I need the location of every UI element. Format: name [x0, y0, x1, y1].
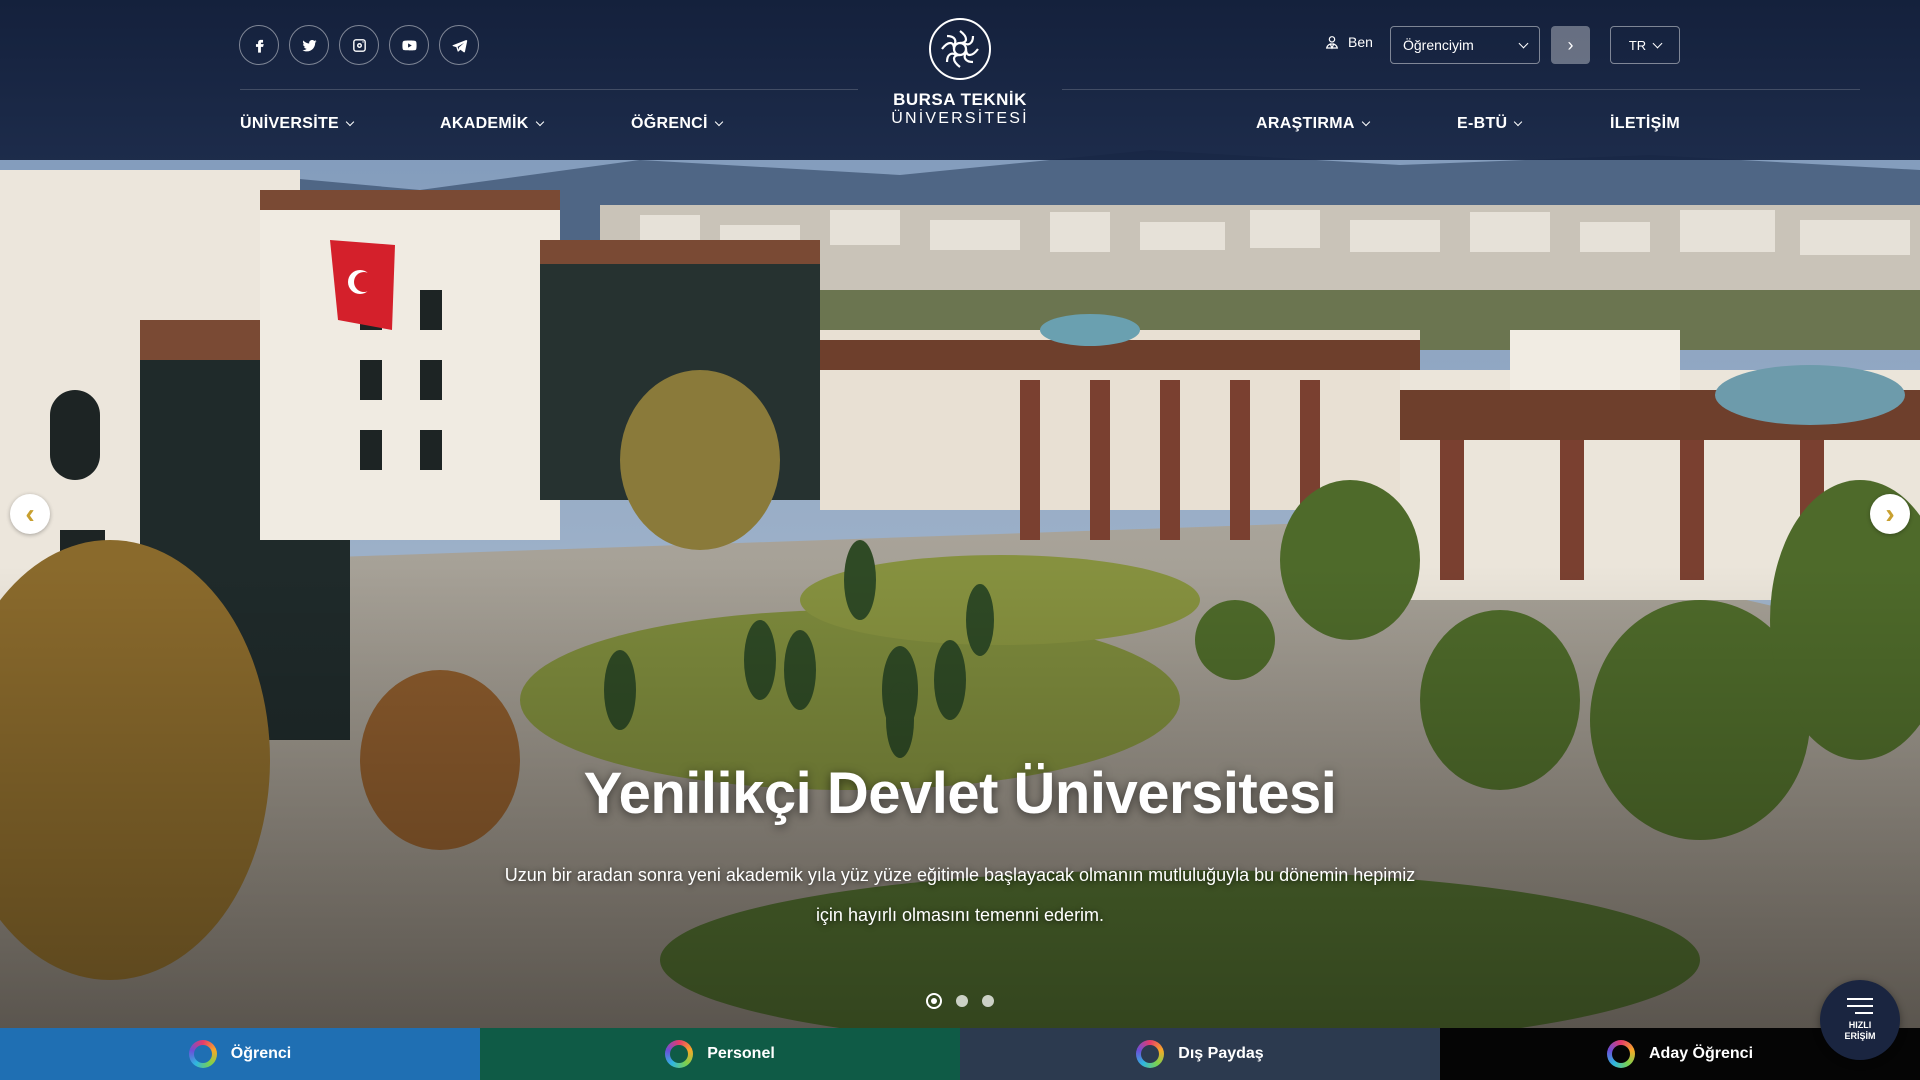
- audience-label: Dış Paydaş: [1178, 1045, 1264, 1062]
- nav-iletisim[interactable]: İLETİŞİM: [1610, 115, 1680, 133]
- chevron-down-icon: [1652, 38, 1663, 48]
- chevron-left-icon: ‹: [25, 498, 35, 529]
- youtube-icon: [401, 40, 417, 50]
- header-divider-right: [1062, 89, 1860, 90]
- instagram-icon: [352, 38, 366, 52]
- ring-icon: [1136, 1040, 1165, 1068]
- slider-next-button[interactable]: ›: [1870, 494, 1910, 534]
- twitter-icon: [301, 39, 317, 51]
- user-icon: [1325, 36, 1339, 50]
- ben-text: Ben: [1348, 34, 1373, 50]
- audience-ogrenci[interactable]: Öğrenci: [0, 1028, 480, 1080]
- ring-icon: [188, 1040, 217, 1068]
- slider-dot[interactable]: [956, 995, 968, 1007]
- logo-subtitle: ÜNİVERSİTESİ: [891, 110, 1029, 127]
- slider-dots: [926, 993, 994, 1009]
- nav-arastirma[interactable]: ARAŞTIRMA: [1256, 115, 1370, 133]
- role-go-button[interactable]: ›: [1551, 26, 1590, 64]
- nav-label: AKADEMİK: [440, 115, 529, 132]
- chevron-right-icon: ›: [1567, 34, 1574, 55]
- slider-dot[interactable]: [982, 995, 994, 1007]
- ben-label: Ben: [1324, 34, 1373, 50]
- slider-dot[interactable]: [926, 993, 942, 1009]
- telegram-icon: [452, 39, 467, 52]
- youtube-link[interactable]: [389, 25, 429, 65]
- header-divider-left: [240, 89, 858, 90]
- ring-icon: [665, 1040, 694, 1068]
- role-select[interactable]: Öğrenciyim: [1390, 26, 1540, 64]
- audience-label: Öğrenci: [230, 1045, 292, 1062]
- audience-dis-paydas[interactable]: Dış Paydaş: [960, 1028, 1440, 1080]
- language-value: TR: [1628, 37, 1647, 53]
- nav-label: ÜNİVERSİTE: [240, 115, 340, 132]
- quick-access-button[interactable]: HIZLI ERİŞİM: [1820, 980, 1900, 1060]
- facebook-icon: [255, 39, 264, 53]
- nav-label: ARAŞTIRMA: [1256, 115, 1355, 132]
- nav-universite[interactable]: ÜNİVERSİTE: [240, 115, 355, 133]
- hero-title: Yenilikçi Devlet Üniversitesi: [583, 761, 1337, 826]
- nav-ebtu[interactable]: E-BTÜ: [1457, 115, 1523, 133]
- telegram-link[interactable]: [439, 25, 479, 65]
- audience-personel[interactable]: Personel: [480, 1028, 960, 1080]
- ring-icon: [1606, 1040, 1635, 1068]
- nav-label: İLETİŞİM: [1610, 115, 1680, 132]
- menu-icon: [1847, 998, 1873, 1014]
- site-header: BURSA TEKNİK ÜNİVERSİTESİ Ben Öğrenciyim…: [0, 0, 1920, 160]
- quick-access-label-2: ERİŞİM: [1844, 1031, 1876, 1041]
- chevron-down-icon: [535, 117, 544, 127]
- chevron-down-icon: [714, 117, 724, 127]
- chevron-down-icon: [1361, 117, 1370, 127]
- audience-label: Aday Öğrenci: [1648, 1045, 1754, 1062]
- logo-title: BURSA TEKNİK: [893, 90, 1027, 109]
- chevron-down-icon: [1514, 117, 1523, 127]
- instagram-link[interactable]: [339, 25, 379, 65]
- audience-label: Personel: [707, 1045, 775, 1062]
- nav-ogrenci[interactable]: ÖĞRENCİ: [631, 115, 724, 133]
- facebook-link[interactable]: [239, 25, 279, 65]
- slider-prev-button[interactable]: ‹: [10, 494, 50, 534]
- nav-label: E-BTÜ: [1457, 115, 1508, 132]
- quick-access-label-1: HIZLI: [1848, 1020, 1872, 1030]
- language-select[interactable]: TR: [1610, 26, 1680, 64]
- audience-bar: Öğrenci Personel Dış Paydaş Aday Öğrenci: [0, 1028, 1920, 1080]
- nav-akademik[interactable]: AKADEMİK: [440, 115, 544, 133]
- twitter-link[interactable]: [289, 25, 329, 65]
- chevron-down-icon: [345, 117, 355, 127]
- role-select-value: Öğrenciyim: [1403, 37, 1474, 53]
- hero-description: Uzun bir aradan sonra yeni akademik yıla…: [504, 865, 1416, 925]
- emblem-icon: [929, 18, 991, 80]
- nav-label: ÖĞRENCİ: [631, 115, 708, 132]
- chevron-right-icon: ›: [1885, 498, 1895, 529]
- chevron-down-icon: [1518, 38, 1529, 48]
- university-logo[interactable]: BURSA TEKNİK ÜNİVERSİTESİ: [890, 18, 1030, 130]
